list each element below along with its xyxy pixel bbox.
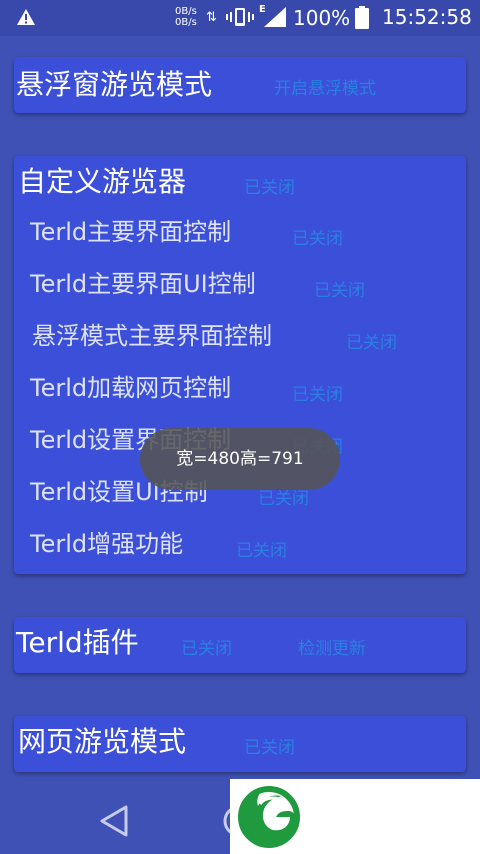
status-bar: 0B/s 0B/s ⇅ E 100% 15:52:58 bbox=[0, 0, 480, 36]
battery-percent: 100% bbox=[293, 6, 351, 30]
custom-browser-title: 自定义游览器 bbox=[18, 165, 187, 198]
custom-browser-card: 自定义游览器 已关闭 Terld主要界面控制 已关闭 Terld主要界面UI控制… bbox=[14, 156, 466, 574]
green-leaf-g-logo bbox=[238, 786, 300, 848]
list-item-status[interactable]: 已关闭 bbox=[236, 536, 287, 561]
web-mode-status[interactable]: 已关闭 bbox=[244, 733, 295, 758]
logo-overlay bbox=[230, 779, 480, 854]
floating-mode-card[interactable]: 悬浮窗游览模式 开启悬浮模式 bbox=[14, 57, 466, 113]
list-item-status[interactable]: 已关闭 bbox=[292, 380, 343, 405]
net-down-speed: 0B/s bbox=[175, 17, 197, 28]
plugin-title: Terld插件 bbox=[16, 626, 139, 659]
list-item-enhanced-features[interactable]: Terld增强功能 bbox=[30, 524, 183, 559]
custom-browser-status[interactable]: 已关闭 bbox=[244, 173, 295, 198]
list-item-main-ui-ui-control[interactable]: Terld主要界面UI控制 bbox=[30, 264, 256, 299]
list-item-status[interactable]: 已关闭 bbox=[314, 276, 365, 301]
web-mode-title: 网页游览模式 bbox=[18, 725, 187, 758]
back-icon[interactable] bbox=[98, 804, 130, 838]
signal-icon bbox=[264, 7, 286, 27]
data-arrows-icon: ⇅ bbox=[206, 10, 217, 25]
list-item-main-ui-control[interactable]: Terld主要界面控制 bbox=[30, 212, 231, 247]
list-item-status[interactable]: 已关闭 bbox=[292, 224, 343, 249]
check-update-button[interactable]: 检测更新 bbox=[298, 634, 366, 659]
network-speed: 0B/s 0B/s bbox=[175, 6, 197, 28]
plugin-card: Terld插件 已关闭 检测更新 bbox=[14, 617, 466, 673]
battery-icon bbox=[355, 6, 369, 29]
enable-floating-mode-button[interactable]: 开启悬浮模式 bbox=[274, 74, 376, 99]
web-mode-card: 网页游览模式 已关闭 bbox=[14, 716, 466, 772]
floating-mode-title: 悬浮窗游览模式 bbox=[16, 68, 213, 101]
warning-icon bbox=[17, 9, 35, 25]
clock: 15:52:58 bbox=[382, 5, 472, 29]
vibrate-icon bbox=[226, 8, 254, 26]
list-item-status[interactable]: 已关闭 bbox=[346, 328, 397, 353]
plugin-status[interactable]: 已关闭 bbox=[181, 634, 232, 659]
list-item-webpage-load-control[interactable]: Terld加载网页控制 bbox=[30, 368, 231, 403]
list-item-floating-main-ui-control[interactable]: 悬浮模式主要界面控制 bbox=[32, 316, 272, 351]
toast: 宽=480高=791 bbox=[140, 428, 340, 490]
net-up-speed: 0B/s bbox=[175, 6, 197, 17]
